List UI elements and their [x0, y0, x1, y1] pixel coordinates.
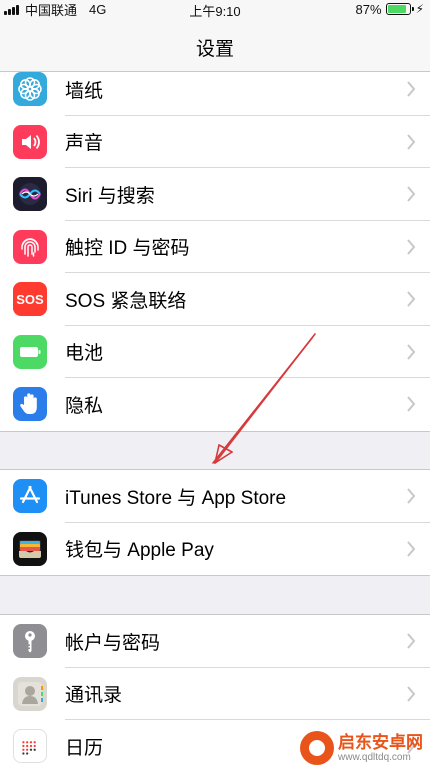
- battery-icon: [385, 3, 414, 15]
- calendar-icon: [13, 729, 47, 764]
- key-icon: [13, 624, 47, 659]
- siri-icon: [13, 177, 47, 212]
- settings-row-label: 电池: [65, 343, 104, 365]
- settings-row-sounds[interactable]: 声音: [0, 116, 430, 168]
- watermark-text: 启东安卓网 www.qdltdq.com: [338, 734, 423, 763]
- chevron-right-icon: [407, 344, 416, 360]
- settings-row-label: 墙纸: [65, 80, 104, 102]
- watermark-name: 启东安卓网: [338, 732, 423, 752]
- wallpaper-flower-icon: [13, 72, 47, 107]
- sos-icon: SOS: [13, 282, 47, 317]
- chevron-right-icon: [407, 186, 416, 202]
- settings-screen: 中国联通 4G 上午9:10 87% ⚡ 设置: [0, 0, 430, 768]
- battery-icon: [13, 334, 47, 369]
- settings-row-contacts[interactable]: 通讯录: [0, 668, 430, 720]
- settings-row-siri[interactable]: Siri 与搜索: [0, 168, 430, 221]
- chevron-right-icon: [407, 134, 416, 150]
- settings-row-wallet-apple-pay[interactable]: 钱包与 Apple Pay: [0, 523, 430, 576]
- arrow-head-right: [214, 451, 233, 464]
- watermark-url: www.qdltdq.com: [338, 751, 411, 763]
- settings-row-label: iTunes Store 与 App Store: [65, 487, 287, 509]
- bolt-icon: ⚡: [415, 2, 424, 16]
- chevron-right-icon: [407, 541, 416, 557]
- chevron-right-icon: [407, 396, 416, 412]
- page-title-overlay: 设置: [195, 39, 234, 60]
- watermark: 启东安卓网 www.qdltdq.com: [300, 728, 430, 768]
- settings-group-stores: iTunes Store 与 App Store 钱包与 Apple Pay: [0, 469, 430, 576]
- settings-row-label: 隐私: [65, 395, 104, 417]
- settings-row-itunes-app-store[interactable]: iTunes Store 与 App Store: [0, 470, 430, 523]
- fingerprint-icon: [13, 229, 47, 264]
- sos-icon-text: SOS: [16, 291, 44, 307]
- wallet-icon: [13, 531, 47, 566]
- watermark-logo-icon: [300, 731, 334, 765]
- arrow-head-left: [214, 444, 220, 464]
- settings-row-label: 声音: [65, 133, 104, 155]
- settings-row-sos[interactable]: SOS SOS 紧急联络: [0, 273, 430, 326]
- contacts-icon: [13, 676, 47, 711]
- chevron-right-icon: [407, 686, 416, 702]
- settings-row-label: 通讯录: [65, 685, 123, 707]
- settings-row-label: SOS 紧急联络: [65, 290, 187, 312]
- navigation-bar-overlay: 设置: [0, 18, 430, 72]
- chevron-right-icon: [407, 239, 416, 255]
- chevron-right-icon: [407, 291, 416, 307]
- settings-row-privacy[interactable]: 隐私: [0, 378, 430, 431]
- battery-percent: 87%: [355, 1, 382, 17]
- settings-row-accounts-passwords[interactable]: 帐户与密码: [0, 615, 430, 668]
- settings-row-label: 触控 ID 与密码: [65, 238, 190, 260]
- status-right: 87% ⚡: [356, 1, 424, 17]
- battery-fill: [387, 5, 406, 13]
- settings-group-display: 墙纸 声音 Siri 与搜索 触控 ID 与密码 SOS SOS 紧急联络 电池…: [0, 62, 430, 432]
- chevron-right-icon: [407, 633, 416, 649]
- settings-row-touch-id[interactable]: 触控 ID 与密码: [0, 221, 430, 273]
- settings-row-label: 帐户与密码: [65, 632, 161, 654]
- speaker-icon: [13, 124, 47, 159]
- arrow-head-base: [218, 444, 233, 453]
- settings-row-battery[interactable]: 电池: [0, 326, 430, 378]
- settings-row-label: 日历: [65, 737, 104, 759]
- settings-row-label: Siri 与搜索: [65, 185, 155, 207]
- chevron-right-icon: [407, 488, 416, 504]
- app-store-icon: [13, 479, 47, 514]
- status-bar-overlay: 中国联通 4G 上午9:10 87% ⚡: [0, 0, 430, 19]
- chevron-right-icon: [407, 81, 416, 97]
- hand-icon: [13, 387, 47, 422]
- settings-row-label: 钱包与 Apple Pay: [65, 540, 214, 562]
